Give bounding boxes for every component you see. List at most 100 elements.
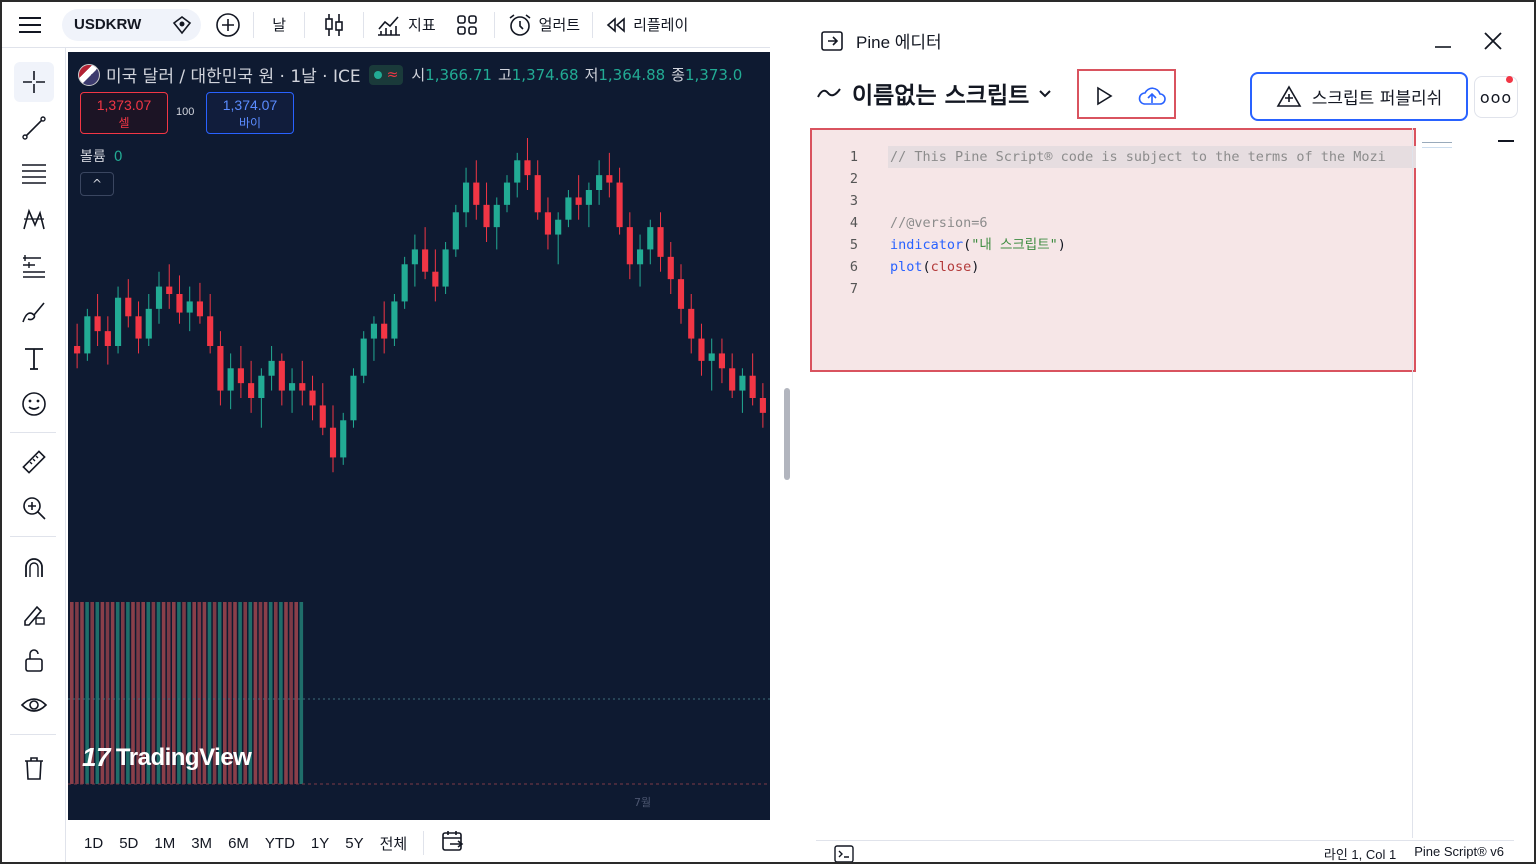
candle-body xyxy=(647,227,654,250)
minimap-preview[interactable] xyxy=(1422,142,1452,148)
range-ytd[interactable]: YTD xyxy=(257,835,303,852)
buy-price: 1,374.07 xyxy=(222,97,278,113)
candle-body xyxy=(84,316,91,354)
save-cloud-button[interactable] xyxy=(1132,78,1172,114)
plus-circle-icon xyxy=(216,12,241,37)
goto-date-button[interactable] xyxy=(432,829,474,857)
minimize-button[interactable] xyxy=(1428,26,1458,56)
code-text: plot(close) xyxy=(890,256,979,278)
candle-body xyxy=(555,219,562,235)
symbol-search[interactable]: USDKRW xyxy=(62,8,202,41)
candle-body xyxy=(606,175,613,183)
trendline-tool[interactable] xyxy=(14,108,54,148)
toolbar-divider xyxy=(10,734,56,735)
sell-button[interactable]: 1,373.07 셀 xyxy=(80,92,168,134)
zoom-tool[interactable] xyxy=(14,488,54,528)
indicators-chart-icon xyxy=(378,15,401,36)
volume-bar xyxy=(294,602,298,784)
candle-body xyxy=(432,271,439,287)
alert-label: 얼러트 xyxy=(538,16,581,34)
line-number: 1 xyxy=(849,149,858,165)
range-3m[interactable]: 3M xyxy=(183,835,220,852)
buy-label: 바이 xyxy=(238,116,262,130)
volume-bar xyxy=(253,602,258,784)
text-tool[interactable] xyxy=(14,338,54,378)
publish-script-button[interactable]: 스크립트 퍼블리쉬 xyxy=(1250,72,1468,121)
code-line[interactable]: 5 indicator("내 스크립트") xyxy=(812,234,1412,256)
candle-body xyxy=(401,264,408,302)
alarm-clock-icon xyxy=(509,13,531,36)
remove-drawings-tool[interactable] xyxy=(14,748,54,788)
drawing-toolbar xyxy=(2,48,66,862)
code-line[interactable]: 1 // This Pine Script® code is subject to… xyxy=(812,146,1412,168)
lock-drawings-tool[interactable] xyxy=(14,640,54,680)
script-name: 이름없는 스크립트 xyxy=(852,83,1030,109)
magnet-tool[interactable] xyxy=(14,548,54,588)
trendline-icon xyxy=(22,116,46,140)
panel-dock-icon[interactable] xyxy=(820,29,844,53)
range-1m[interactable]: 1M xyxy=(146,835,183,852)
candle-body xyxy=(278,360,285,391)
volume-bar xyxy=(268,602,273,784)
candlestick-plot xyxy=(68,138,770,785)
compare-add-button[interactable] xyxy=(207,8,249,42)
range-1y[interactable]: 1Y xyxy=(303,835,337,852)
publish-label: 스크립트 퍼블리쉬 xyxy=(1311,89,1443,109)
price-chart[interactable]: 미국 달러 / 대한민국 원 · 1날 · ICE ≈ 시1,366.71 고1… xyxy=(68,52,770,820)
code-line[interactable]: 6 plot(close) xyxy=(812,256,1412,278)
range-all[interactable]: 전체 xyxy=(372,833,416,854)
emoji-tool[interactable] xyxy=(14,384,54,424)
candle-body xyxy=(462,182,470,213)
range-1d[interactable]: 1D xyxy=(76,835,111,852)
candle-body xyxy=(534,175,541,213)
buy-button[interactable]: 1,374.07 바이 xyxy=(206,92,294,134)
toolbar-divider xyxy=(493,11,495,38)
candle-body xyxy=(176,294,183,313)
range-6m[interactable]: 6M xyxy=(220,835,257,852)
range-5y[interactable]: 5Y xyxy=(337,835,371,852)
toolbar-divider xyxy=(10,432,56,433)
hide-drawings-tool[interactable] xyxy=(14,686,54,726)
time-axis-tick: 7월 xyxy=(634,796,652,809)
code-token: "내 스크립트" xyxy=(971,237,1058,253)
code-line[interactable]: 4 //@version=6 xyxy=(812,212,1412,234)
candle-body xyxy=(442,249,449,287)
stay-drawing-tool[interactable] xyxy=(14,594,54,634)
script-selector[interactable]: 이름없는 스크립트 xyxy=(816,76,1053,110)
volume-bar xyxy=(284,602,288,784)
code-editor[interactable]: 1 // This Pine Script® code is subject to… xyxy=(810,128,1416,372)
crosshair-tool[interactable] xyxy=(14,62,54,102)
code-token: //@version=6 xyxy=(890,215,988,231)
toolbar-divider xyxy=(10,536,56,537)
brush-tool[interactable] xyxy=(14,292,54,332)
layouts-button[interactable] xyxy=(444,8,490,42)
ruler-tool[interactable] xyxy=(14,442,54,482)
code-token: indicator xyxy=(890,237,964,253)
candle-body xyxy=(422,249,429,272)
close-button[interactable] xyxy=(1478,26,1508,56)
replay-button[interactable]: 리플레이 xyxy=(597,8,696,42)
candle-body xyxy=(381,323,388,339)
code-line[interactable]: 7 xyxy=(812,278,1412,300)
menu-button[interactable] xyxy=(2,8,58,42)
range-5d[interactable]: 5D xyxy=(111,835,146,852)
chart-type-button[interactable] xyxy=(309,8,359,42)
chart-legend: 미국 달러 / 대한민국 원 · 1날 · ICE ≈ 시1,366.71 고1… xyxy=(78,62,748,87)
add-to-chart-button[interactable] xyxy=(1084,78,1124,114)
collapse-legend-button[interactable]: ^ xyxy=(80,172,114,196)
alert-button[interactable]: 얼러트 xyxy=(499,8,588,42)
volume-bar xyxy=(299,602,304,784)
timeframe-button[interactable]: 날 xyxy=(258,8,300,42)
candle-body xyxy=(575,197,582,205)
fib-tool[interactable] xyxy=(14,154,54,194)
indicators-button[interactable]: 지표 xyxy=(368,8,444,42)
pine-version[interactable]: Pine Script® v6 xyxy=(1414,844,1504,862)
watchlist-diamond-icon[interactable] xyxy=(171,14,193,36)
code-line[interactable]: 2 xyxy=(812,168,1412,190)
console-icon[interactable] xyxy=(834,844,854,863)
code-line[interactable]: 3 xyxy=(812,190,1412,212)
publish-triangle-icon xyxy=(1276,84,1302,107)
panel-resize-handle[interactable] xyxy=(784,388,790,480)
forecast-tool[interactable] xyxy=(14,246,54,286)
pattern-tool[interactable] xyxy=(14,200,54,240)
